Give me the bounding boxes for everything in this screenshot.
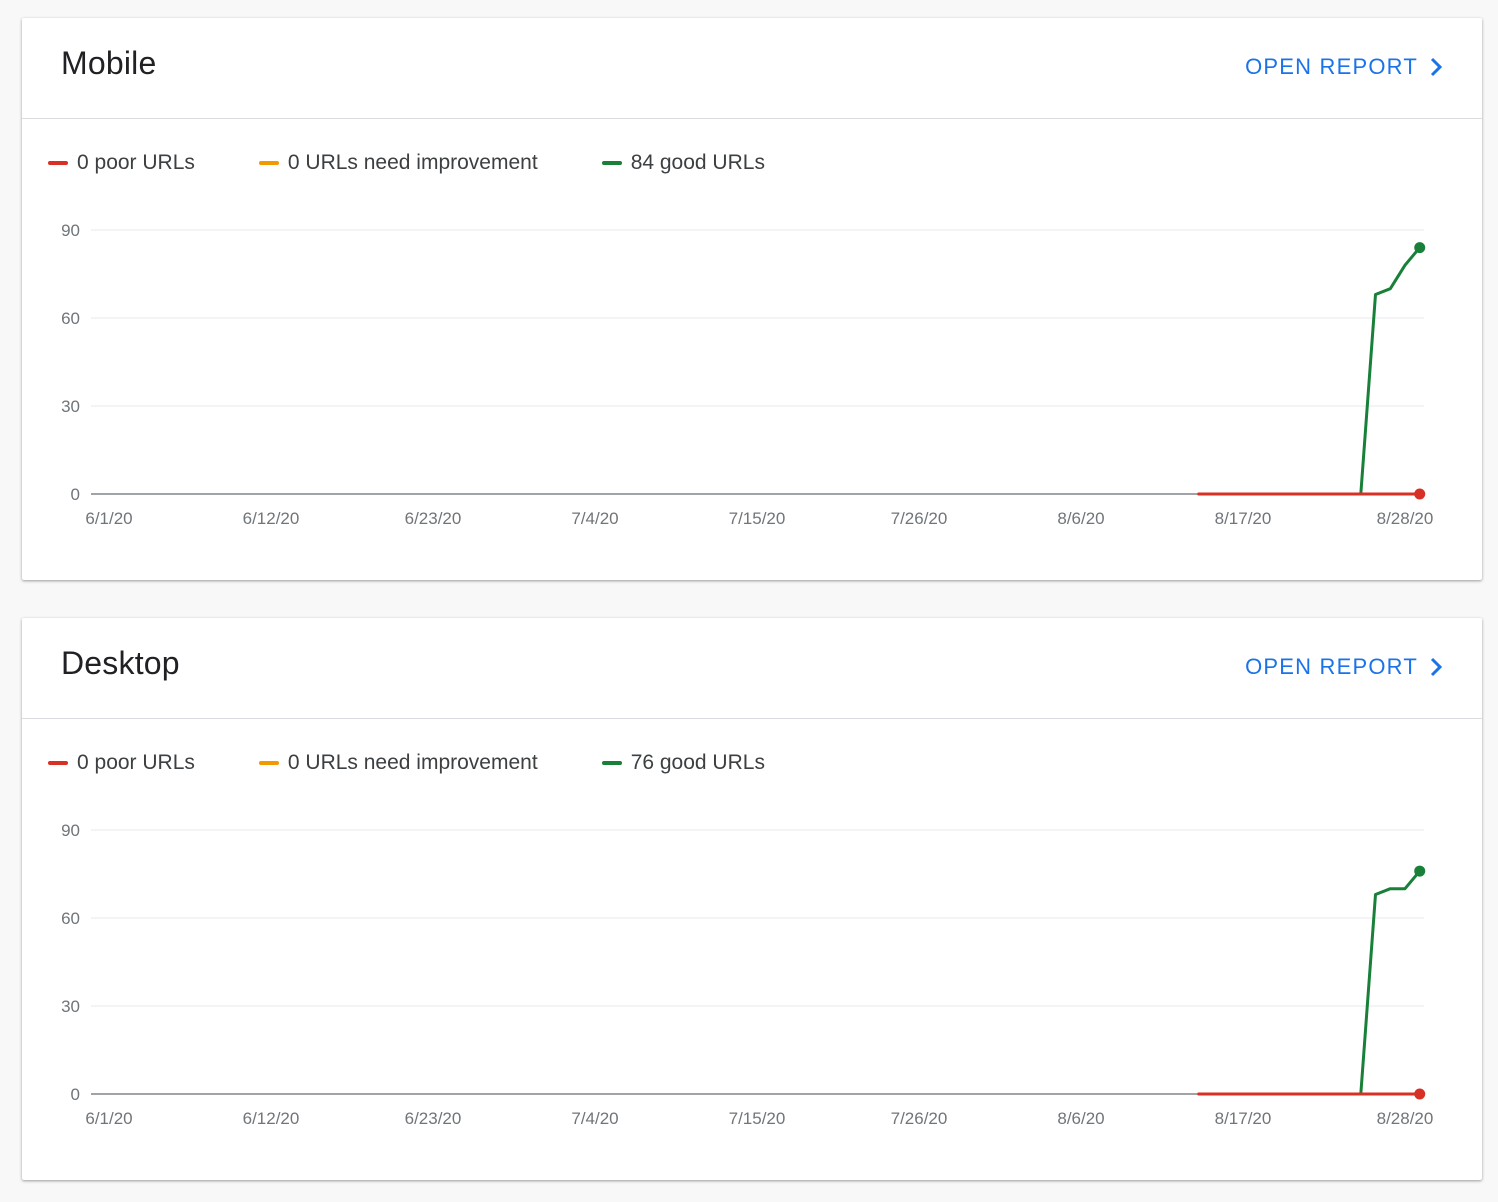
legend-label-poor: 0 poor URLs	[77, 751, 195, 774]
legend-swatch-poor	[48, 161, 68, 165]
open-report-label: OPEN REPORT	[1245, 654, 1418, 679]
y-tick-label: 90	[61, 821, 80, 840]
series-line-good-urls	[1197, 246, 1422, 496]
legend-swatch-needs-improvement	[258, 761, 279, 765]
series-endpoint-poor-urls	[1414, 1088, 1426, 1100]
x-tick-label: 8/28/20	[1377, 1109, 1434, 1128]
x-tick-label: 6/1/20	[85, 509, 132, 528]
legend-good[interactable]: 76 good URLs	[601, 751, 765, 775]
legend-label-poor: 0 poor URLs	[77, 151, 195, 174]
x-tick-label: 8/17/20	[1215, 509, 1272, 528]
legend-label-needs-improvement: 0 URLs need improvement	[287, 751, 538, 774]
legend-needs-improvement[interactable]: 0 URLs need improvement	[258, 751, 538, 775]
legend-label-good: 84 good URLs	[630, 151, 765, 174]
legend-swatch-poor	[48, 761, 68, 765]
open-report-button[interactable]: OPEN REPORT	[1245, 54, 1442, 80]
desktop-card: Desktop OPEN REPORT 0 poor URLs 0 URLs n…	[22, 618, 1482, 1180]
card-title: Desktop	[61, 645, 180, 681]
x-tick-label: 6/1/20	[85, 1109, 132, 1128]
legend-good[interactable]: 84 good URLs	[601, 151, 765, 175]
series-line-good-urls	[1197, 869, 1422, 1096]
y-tick-label: 30	[61, 997, 80, 1016]
legend-swatch-good	[601, 761, 622, 765]
legend-label-good: 76 good URLs	[630, 751, 765, 774]
y-tick-label: 60	[61, 909, 80, 928]
x-tick-label: 6/23/20	[405, 1109, 462, 1128]
series-endpoint-good-urls	[1414, 865, 1426, 877]
series-endpoint-poor-urls	[1414, 488, 1426, 500]
legend-swatch-needs-improvement	[258, 161, 279, 165]
open-report-label: OPEN REPORT	[1245, 54, 1418, 79]
mobile-card: Mobile OPEN REPORT 0 poor URLs 0 URLs ne…	[22, 18, 1482, 580]
x-tick-label: 7/26/20	[891, 1109, 948, 1128]
legend-swatch-good	[601, 161, 622, 165]
legend-label-needs-improvement: 0 URLs need improvement	[287, 151, 538, 174]
y-tick-label: 0	[71, 1085, 80, 1104]
chevron-right-icon	[1430, 57, 1442, 77]
x-tick-label: 8/17/20	[1215, 1109, 1272, 1128]
card-title: Mobile	[61, 45, 157, 81]
legend: 0 poor URLs 0 URLs need improvement 76 g…	[48, 746, 765, 780]
x-tick-label: 7/4/20	[571, 509, 618, 528]
legend: 0 poor URLs 0 URLs need improvement 84 g…	[48, 146, 765, 180]
x-tick-label: 7/26/20	[891, 509, 948, 528]
x-tick-label: 8/28/20	[1377, 509, 1434, 528]
y-tick-label: 60	[61, 309, 80, 328]
x-tick-label: 7/15/20	[729, 1109, 786, 1128]
x-tick-label: 6/12/20	[243, 1109, 300, 1128]
x-tick-label: 6/23/20	[405, 509, 462, 528]
series-endpoint-good-urls	[1414, 242, 1426, 254]
x-tick-label: 7/15/20	[729, 509, 786, 528]
mobile-chart: 0 30 60 90 6/1/20 6/12/20 6/23/20 7/4/20 7/15/20…	[61, 221, 1434, 528]
desktop-chart: 0 30 60 90 6/1/20 6/12/20 6/23/20 7/4/20 7/15/20…	[61, 821, 1434, 1128]
x-tick-label: 8/6/20	[1057, 1109, 1104, 1128]
legend-poor[interactable]: 0 poor URLs	[48, 751, 195, 775]
y-tick-label: 90	[61, 221, 80, 240]
card-header: Mobile OPEN REPORT	[22, 18, 1482, 119]
y-tick-label: 30	[61, 397, 80, 416]
legend-poor[interactable]: 0 poor URLs	[48, 151, 195, 175]
x-tick-label: 7/4/20	[571, 1109, 618, 1128]
y-tick-label: 0	[71, 485, 80, 504]
chevron-right-icon	[1430, 657, 1442, 677]
open-report-button[interactable]: OPEN REPORT	[1245, 654, 1442, 680]
x-tick-label: 8/6/20	[1057, 509, 1104, 528]
legend-needs-improvement[interactable]: 0 URLs need improvement	[258, 151, 538, 175]
x-tick-label: 6/12/20	[243, 509, 300, 528]
card-header: Desktop OPEN REPORT	[22, 618, 1482, 719]
